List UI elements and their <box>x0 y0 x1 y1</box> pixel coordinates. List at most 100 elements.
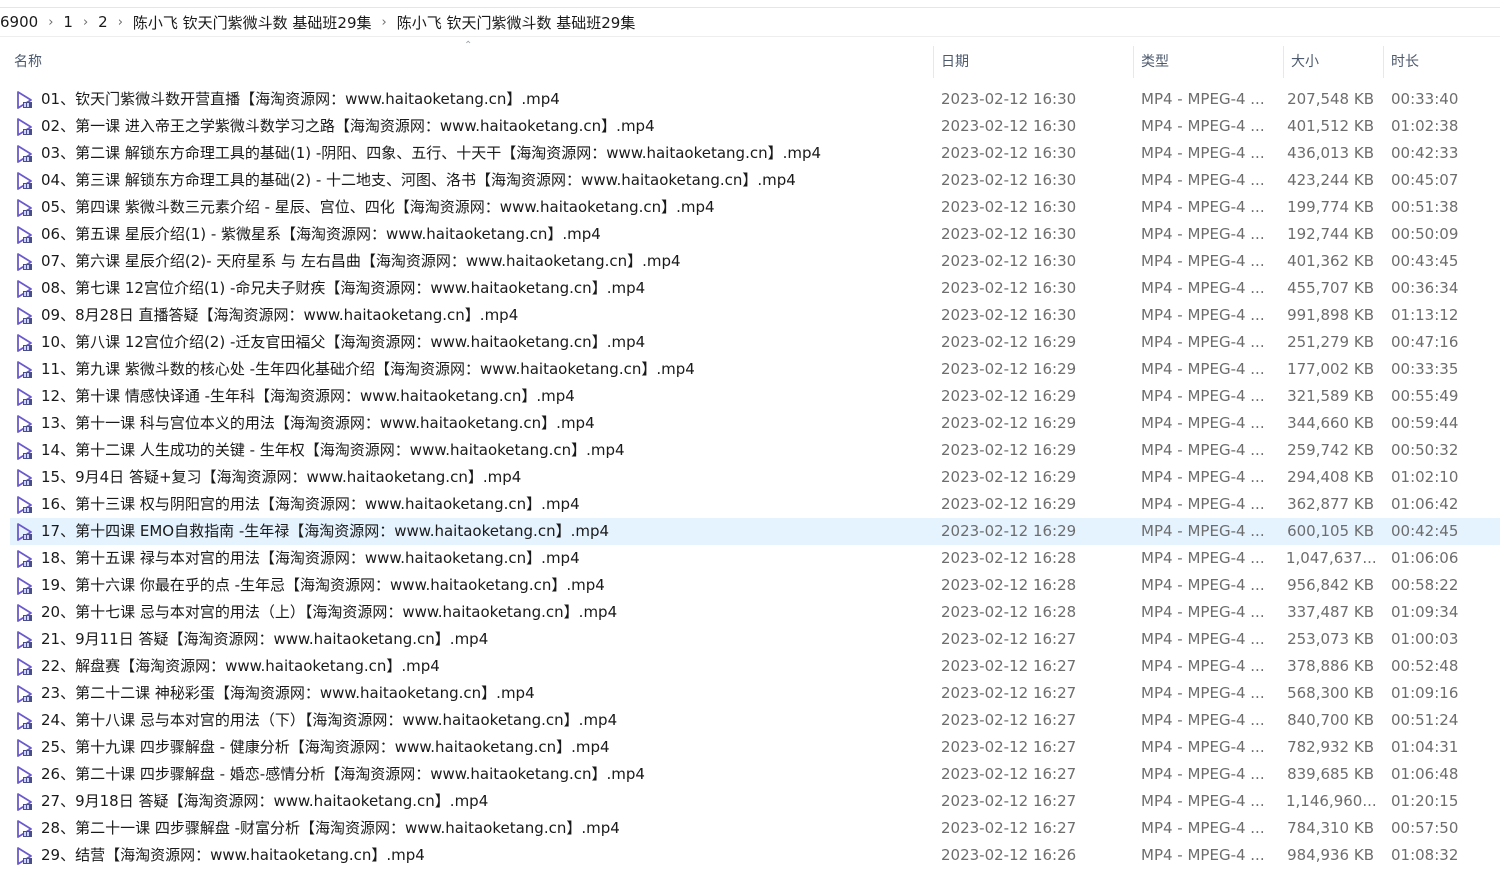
breadcrumb-item[interactable]: 6900 <box>0 13 42 31</box>
breadcrumb-item-current[interactable]: 陈小飞 钦天门紫微斗数 基础班29集 <box>393 12 640 33</box>
file-row[interactable]: 12、第十课 情感快译通 -生年科【海淘资源网：www.haitaoketang… <box>10 383 1500 410</box>
file-name: 13、第十一课 科与宫位本义的用法【海淘资源网：www.haitaoketang… <box>41 414 595 432</box>
file-duration: 01:20:15 <box>1391 792 1459 810</box>
file-row[interactable]: 10、第八课 12宫位介绍(2) -迁友官田福父【海淘资源网：www.haita… <box>10 329 1500 356</box>
file-date: 2023-02-12 16:29 <box>941 414 1077 432</box>
file-date: 2023-02-12 16:30 <box>941 306 1077 324</box>
chevron-right-icon[interactable]: › <box>112 15 129 30</box>
file-size: 401,512 KB <box>1287 117 1374 135</box>
file-name: 04、第三课 解锁东方命理工具的基础(2) - 十二地支、河图、洛书【海淘资源网… <box>41 171 796 189</box>
file-row[interactable]: 17、第十四课 EMO自救指南 -生年禄【海淘资源网：www.haitaoket… <box>10 518 1500 545</box>
file-date: 2023-02-12 16:30 <box>941 198 1077 216</box>
file-duration: 01:00:03 <box>1391 630 1459 648</box>
file-type: MP4 - MPEG-4 ... <box>1141 414 1265 432</box>
file-type: MP4 - MPEG-4 ... <box>1141 144 1265 162</box>
chevron-right-icon[interactable]: › <box>77 15 94 30</box>
file-type: MP4 - MPEG-4 ... <box>1141 468 1265 486</box>
file-duration: 01:02:10 <box>1391 468 1459 486</box>
file-row[interactable]: 02、第一课 进入帝王之学紫微斗数学习之路【海淘资源网：www.haitaoke… <box>10 113 1500 140</box>
file-date: 2023-02-12 16:30 <box>941 225 1077 243</box>
breadcrumb-item[interactable]: 2 <box>94 13 112 31</box>
video-file-icon <box>14 653 36 680</box>
file-duration: 01:04:31 <box>1391 738 1459 756</box>
file-duration: 00:43:45 <box>1391 252 1459 270</box>
video-file-icon <box>14 329 36 356</box>
file-row[interactable]: 20、第十七课 忌与本对宫的用法（上）【海淘资源网：www.haitaoketa… <box>10 599 1500 626</box>
file-row[interactable]: 29、结营【海淘资源网：www.haitaoketang.cn】.mp4 2023… <box>10 842 1500 869</box>
file-row[interactable]: 27、9月18日 答疑【海淘资源网：www.haitaoketang.cn】.m… <box>10 788 1500 815</box>
file-size: 784,310 KB <box>1287 819 1374 837</box>
file-name: 27、9月18日 答疑【海淘资源网：www.haitaoketang.cn】.m… <box>41 792 489 810</box>
file-row[interactable]: 16、第十三课 权与阴阳宫的用法【海淘资源网：www.haitaoketang.… <box>10 491 1500 518</box>
file-name: 18、第十五课 禄与本对宫的用法【海淘资源网：www.haitaoketang.… <box>41 549 580 567</box>
column-header-size[interactable]: 大小 <box>1285 46 1384 78</box>
file-name: 06、第五课 星辰介绍(1) - 紫微星系【海淘资源网：www.haitaoke… <box>41 225 601 243</box>
video-file-icon <box>14 842 36 869</box>
file-row[interactable]: 21、9月11日 答疑【海淘资源网：www.haitaoketang.cn】.m… <box>10 626 1500 653</box>
chevron-right-icon[interactable]: › <box>376 15 393 30</box>
file-duration: 00:50:32 <box>1391 441 1459 459</box>
video-file-icon <box>14 437 36 464</box>
file-duration: 00:36:34 <box>1391 279 1459 297</box>
file-size: 177,002 KB <box>1287 360 1374 378</box>
file-date: 2023-02-12 16:29 <box>941 468 1077 486</box>
file-date: 2023-02-12 16:27 <box>941 765 1077 783</box>
column-header-date[interactable]: 日期 <box>935 46 1134 78</box>
file-type: MP4 - MPEG-4 ... <box>1141 90 1265 108</box>
file-type: MP4 - MPEG-4 ... <box>1141 252 1265 270</box>
file-name: 19、第十六课 你最在乎的点 -生年忌【海淘资源网：www.haitaoketa… <box>41 576 605 594</box>
video-file-icon <box>14 464 36 491</box>
file-duration: 00:59:44 <box>1391 414 1459 432</box>
file-row[interactable]: 03、第二课 解锁东方命理工具的基础(1) -阴阳、四象、五行、十天干【海淘资源… <box>10 140 1500 167</box>
file-date: 2023-02-12 16:30 <box>941 171 1077 189</box>
file-type: MP4 - MPEG-4 ... <box>1141 198 1265 216</box>
file-name: 29、结营【海淘资源网：www.haitaoketang.cn】.mp4 <box>41 846 425 864</box>
file-row[interactable]: 11、第九课 紫微斗数的核心处 -生年四化基础介绍【海淘资源网：www.hait… <box>10 356 1500 383</box>
video-file-icon <box>14 140 36 167</box>
file-row[interactable]: 09、8月28日 直播答疑【海淘资源网：www.haitaoketang.cn】… <box>10 302 1500 329</box>
file-date: 2023-02-12 16:28 <box>941 576 1077 594</box>
file-row[interactable]: 26、第二十课 四步骤解盘 - 婚恋-感情分析【海淘资源网：www.haitao… <box>10 761 1500 788</box>
file-name: 23、第二十二课 神秘彩蛋【海淘资源网：www.haitaoketang.cn】… <box>41 684 535 702</box>
video-file-icon <box>14 221 36 248</box>
file-row[interactable]: 25、第十九课 四步骤解盘 - 健康分析【海淘资源网：www.haitaoket… <box>10 734 1500 761</box>
breadcrumb-item[interactable]: 1 <box>59 13 77 31</box>
video-file-icon <box>14 815 36 842</box>
file-row[interactable]: 01、钦天门紫微斗数开营直播【海淘资源网：www.haitaoketang.cn… <box>10 86 1500 113</box>
file-row[interactable]: 24、第十八课 忌与本对宫的用法（下）【海淘资源网：www.haitaoketa… <box>10 707 1500 734</box>
file-row[interactable]: 08、第七课 12宫位介绍(1) -命兄夫子财疾【海淘资源网：www.haita… <box>10 275 1500 302</box>
file-row[interactable]: 19、第十六课 你最在乎的点 -生年忌【海淘资源网：www.haitaoketa… <box>10 572 1500 599</box>
chevron-right-icon[interactable]: › <box>42 15 59 30</box>
file-size: 782,932 KB <box>1287 738 1374 756</box>
video-file-icon <box>14 194 36 221</box>
file-row[interactable]: 07、第六课 星辰介绍(2)- 天府星系 与 左右昌曲【海淘资源网：www.ha… <box>10 248 1500 275</box>
file-date: 2023-02-12 16:29 <box>941 441 1077 459</box>
file-row[interactable]: 15、9月4日 答疑+复习【海淘资源网：www.haitaoketang.cn】… <box>10 464 1500 491</box>
column-header-type[interactable]: 类型 <box>1135 46 1284 78</box>
file-row[interactable]: 28、第二十一课 四步骤解盘 -财富分析【海淘资源网：www.haitaoket… <box>10 815 1500 842</box>
file-type: MP4 - MPEG-4 ... <box>1141 360 1265 378</box>
file-date: 2023-02-12 16:27 <box>941 738 1077 756</box>
file-type: MP4 - MPEG-4 ... <box>1141 279 1265 297</box>
file-type: MP4 - MPEG-4 ... <box>1141 576 1265 594</box>
file-row[interactable]: 13、第十一课 科与宫位本义的用法【海淘资源网：www.haitaoketang… <box>10 410 1500 437</box>
file-duration: 00:58:22 <box>1391 576 1459 594</box>
file-type: MP4 - MPEG-4 ... <box>1141 792 1265 810</box>
file-size: 251,279 KB <box>1287 333 1374 351</box>
file-type: MP4 - MPEG-4 ... <box>1141 765 1265 783</box>
file-row[interactable]: 18、第十五课 禄与本对宫的用法【海淘资源网：www.haitaoketang.… <box>10 545 1500 572</box>
file-duration: 00:51:38 <box>1391 198 1459 216</box>
column-header-duration[interactable]: 时长 <box>1385 46 1500 78</box>
column-header-name[interactable]: 名称 <box>8 46 934 78</box>
file-row[interactable]: 23、第二十二课 神秘彩蛋【海淘资源网：www.haitaoketang.cn】… <box>10 680 1500 707</box>
file-row[interactable]: 14、第十二课 人生成功的关键 - 生年权【海淘资源网：www.haitaoke… <box>10 437 1500 464</box>
breadcrumb-item[interactable]: 陈小飞 钦天门紫微斗数 基础班29集 <box>129 12 376 33</box>
file-row[interactable]: 05、第四课 紫微斗数三元素介绍 - 星辰、宫位、四化【海淘资源网：www.ha… <box>10 194 1500 221</box>
file-row[interactable]: 06、第五课 星辰介绍(1) - 紫微星系【海淘资源网：www.haitaoke… <box>10 221 1500 248</box>
file-row[interactable]: 22、解盘赛【海淘资源网：www.haitaoketang.cn】.mp4 202… <box>10 653 1500 680</box>
file-row[interactable]: 04、第三课 解锁东方命理工具的基础(2) - 十二地支、河图、洛书【海淘资源网… <box>10 167 1500 194</box>
file-date: 2023-02-12 16:28 <box>941 549 1077 567</box>
file-size: 344,660 KB <box>1287 414 1374 432</box>
file-name: 01、钦天门紫微斗数开营直播【海淘资源网：www.haitaoketang.cn… <box>41 90 560 108</box>
file-size: 207,548 KB <box>1287 90 1374 108</box>
